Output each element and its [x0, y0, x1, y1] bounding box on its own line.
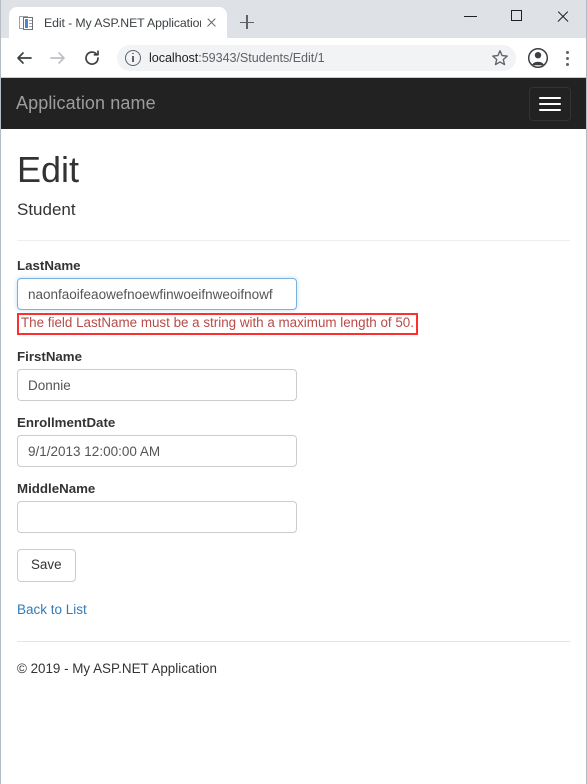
back-link-wrapper: Back to List: [17, 601, 570, 619]
browser-window: Edit - My ASP.NET Application localhost:…: [0, 0, 587, 784]
label-firstname: FirstName: [17, 349, 83, 365]
edit-student-form: LastName The field LastName must be a st…: [17, 258, 570, 582]
back-arrow-icon[interactable]: [9, 43, 39, 73]
url-path: :59343/Students/Edit/1: [198, 50, 325, 65]
form-group-firstname: FirstName: [17, 349, 570, 402]
label-lastname: LastName: [17, 258, 81, 274]
browser-tab[interactable]: Edit - My ASP.NET Application: [9, 7, 227, 38]
forward-arrow-icon: [43, 43, 73, 73]
input-firstname[interactable]: [17, 369, 297, 402]
input-lastname[interactable]: [17, 278, 297, 311]
navbar-brand[interactable]: Application name: [16, 93, 156, 114]
reload-icon[interactable]: [77, 43, 107, 73]
input-enrollmentdate[interactable]: [17, 435, 297, 468]
tab-title: Edit - My ASP.NET Application: [44, 15, 201, 30]
page-title: Edit: [17, 149, 80, 190]
validation-error-highlight: The field LastName must be a string with…: [17, 313, 418, 336]
back-to-list-link[interactable]: Back to List: [17, 602, 87, 617]
title-divider: [17, 240, 570, 242]
window-close-button[interactable]: [540, 0, 586, 32]
url-host: localhost: [149, 50, 199, 65]
window-maximize-button[interactable]: [494, 0, 540, 32]
url-text: localhost:59343/Students/Edit/1: [149, 51, 325, 65]
label-middlename: MiddleName: [17, 481, 96, 497]
form-group-enrollmentdate: EnrollmentDate: [17, 415, 570, 468]
tab-strip: Edit - My ASP.NET Application: [1, 0, 586, 38]
tab-close-icon[interactable]: [203, 15, 219, 31]
label-enrollmentdate: EnrollmentDate: [17, 415, 116, 431]
form-group-middlename: MiddleName: [17, 481, 570, 534]
new-tab-button[interactable]: [233, 8, 261, 36]
footer-copyright: © 2019 - My ASP.NET Application: [17, 660, 217, 676]
page-container: Edit Student LastName The field LastName…: [1, 150, 586, 676]
address-bar[interactable]: localhost:59343/Students/Edit/1: [117, 44, 516, 71]
site-info-icon[interactable]: [125, 49, 141, 66]
hamburger-icon[interactable]: [529, 86, 571, 121]
save-button[interactable]: [17, 549, 76, 582]
page-viewport: Application name Edit Student LastName T…: [1, 78, 586, 783]
app-navbar: Application name: [1, 78, 586, 129]
browser-toolbar: localhost:59343/Students/Edit/1: [1, 38, 586, 78]
account-avatar-icon[interactable]: [524, 44, 552, 72]
form-group-lastname: LastName The field LastName must be a st…: [17, 258, 570, 336]
validation-error-lastname: The field LastName must be a string with…: [21, 315, 414, 331]
window-controls: [448, 0, 586, 32]
input-middlename[interactable]: [17, 501, 297, 534]
star-icon[interactable]: [488, 46, 512, 70]
footer-divider: [17, 640, 570, 642]
document-icon: [19, 15, 35, 31]
window-minimize-button[interactable]: [448, 0, 494, 32]
kebab-menu-icon[interactable]: [554, 44, 580, 72]
page-subtitle: Student: [17, 199, 76, 219]
